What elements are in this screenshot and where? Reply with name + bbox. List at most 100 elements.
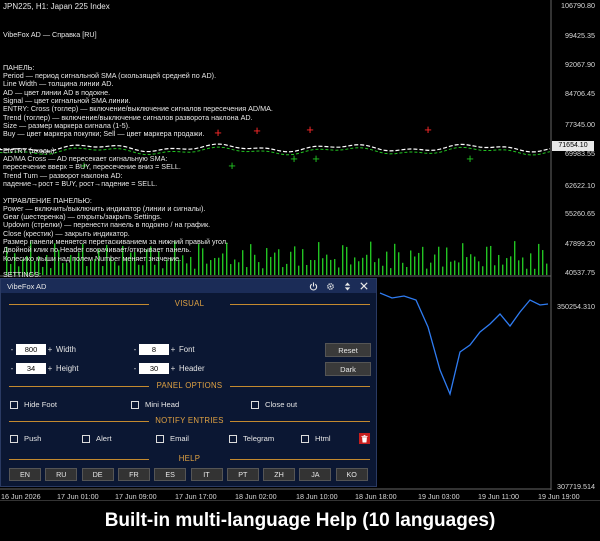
checkbox-box[interactable] — [10, 400, 18, 409]
section-divider — [230, 386, 370, 387]
volume-bar — [458, 262, 460, 275]
height-input[interactable]: 34 — [16, 363, 46, 374]
lang-button-pt[interactable]: PT — [226, 468, 259, 481]
volume-bar — [466, 257, 468, 275]
chart-title: JPN225, H1: Japan 225 Index — [3, 2, 110, 11]
volume-bar — [410, 250, 412, 275]
sell-marker: + — [424, 122, 432, 137]
height-decrement[interactable]: - — [8, 362, 16, 375]
mini-head-checkbox[interactable]: Mini Head — [131, 400, 179, 409]
lang-button-ja[interactable]: JA — [299, 468, 332, 481]
volume-bar — [386, 251, 388, 275]
lang-button-it[interactable]: IT — [190, 468, 223, 481]
volume-bar — [450, 261, 452, 275]
checkbox-box[interactable] — [131, 400, 139, 409]
trash-icon[interactable] — [359, 433, 370, 444]
volume-bar — [430, 262, 432, 275]
checkbox-box[interactable] — [82, 434, 90, 443]
volume-bar — [398, 252, 400, 275]
lang-button-es[interactable]: ES — [154, 468, 187, 481]
volume-bar — [510, 256, 512, 275]
hide-foot-checkbox[interactable]: Hide Foot — [10, 400, 57, 409]
volume-bar — [422, 246, 424, 275]
header-decrement[interactable]: - — [131, 362, 139, 375]
checkbox-box[interactable] — [301, 434, 309, 443]
volume-bar — [498, 254, 500, 275]
price-label: 62622.10 — [565, 181, 595, 190]
width-increment[interactable]: + — [46, 343, 54, 356]
push-checkbox[interactable]: Push — [10, 434, 41, 443]
power-icon[interactable] — [307, 280, 319, 292]
section-divider — [230, 304, 370, 305]
header-input[interactable]: 30 — [139, 363, 169, 374]
indicator-line — [379, 292, 549, 397]
volume-bar — [506, 258, 508, 275]
checkbox-box[interactable] — [10, 434, 18, 443]
header-increment[interactable]: + — [169, 362, 177, 375]
width-input[interactable]: 800 — [16, 344, 46, 355]
volume-bar — [462, 243, 464, 275]
telegram-checkbox[interactable]: Telegram — [229, 434, 274, 443]
email-label: Email — [170, 434, 189, 443]
lang-button-fr[interactable]: FR — [117, 468, 150, 481]
volume-bar — [546, 263, 548, 275]
section-divider — [230, 421, 370, 422]
header-label: Header — [179, 364, 205, 373]
html-checkbox[interactable]: Html — [301, 434, 331, 443]
volume-bar — [478, 261, 480, 275]
volume-bar — [370, 241, 372, 275]
font-decrement[interactable]: - — [131, 343, 139, 356]
volume-bar — [434, 254, 436, 275]
close-out-checkbox[interactable]: Close out — [251, 400, 297, 409]
height-increment[interactable]: + — [46, 362, 54, 375]
lang-button-zh[interactable]: ZH — [263, 468, 296, 481]
volume-bar — [394, 243, 396, 275]
volume-bar — [522, 257, 524, 275]
close-icon[interactable] — [358, 280, 370, 292]
volume-bar — [366, 254, 368, 275]
volume-bar — [514, 241, 516, 275]
volume-bar — [494, 265, 496, 275]
volume-bar — [534, 268, 536, 275]
volume-bar — [502, 264, 504, 275]
volume-bar — [482, 266, 484, 275]
volume-bar — [418, 252, 420, 275]
checkbox-box[interactable] — [251, 400, 259, 409]
theme-button[interactable]: Dark — [325, 362, 371, 376]
width-decrement[interactable]: - — [8, 343, 16, 356]
alert-checkbox[interactable]: Alert — [82, 434, 112, 443]
reset-button[interactable]: Reset — [325, 343, 371, 357]
lang-button-en[interactable]: EN — [9, 468, 41, 481]
volume-bar — [486, 246, 488, 275]
volume-bar — [354, 257, 356, 275]
volume-bar — [490, 245, 492, 275]
help-line: Колесико мыши над полем Number меняет зн… — [3, 253, 182, 263]
help-line: падение→рост = BUY, рост→падение = SELL. — [3, 178, 158, 188]
vibefox-panel[interactable]: VibeFox AD VISUAL - 800 + Width - 34 + H… — [0, 278, 377, 487]
panel-title: VibeFox AD — [7, 281, 47, 291]
price-label: 307719.514 — [557, 482, 595, 491]
help-line — [3, 55, 333, 63]
checkbox-box[interactable] — [156, 434, 164, 443]
panel-header[interactable]: VibeFox AD — [1, 279, 376, 293]
font-increment[interactable]: + — [169, 343, 177, 356]
lang-button-de[interactable]: DE — [81, 468, 114, 481]
email-checkbox[interactable]: Email — [156, 434, 189, 443]
updown-icon[interactable] — [341, 280, 353, 292]
lang-button-ru[interactable]: RU — [45, 468, 78, 481]
lang-button-ko[interactable]: KO — [335, 468, 368, 481]
volume-bar — [378, 258, 380, 275]
volume-bar — [538, 243, 540, 275]
checkbox-box[interactable] — [229, 434, 237, 443]
width-field: - 800 + Width — [8, 343, 76, 356]
push-label: Push — [24, 434, 42, 443]
html-label: Html — [315, 434, 331, 443]
header-field: - 30 + Header — [131, 362, 205, 375]
volume-bar — [342, 245, 344, 275]
mini-head-label: Mini Head — [145, 400, 180, 409]
help-line — [3, 263, 333, 271]
gear-icon[interactable] — [324, 280, 336, 292]
volume-bar — [438, 246, 440, 275]
price-label: 92067.90 — [565, 60, 595, 69]
font-input[interactable]: 8 — [139, 344, 169, 355]
